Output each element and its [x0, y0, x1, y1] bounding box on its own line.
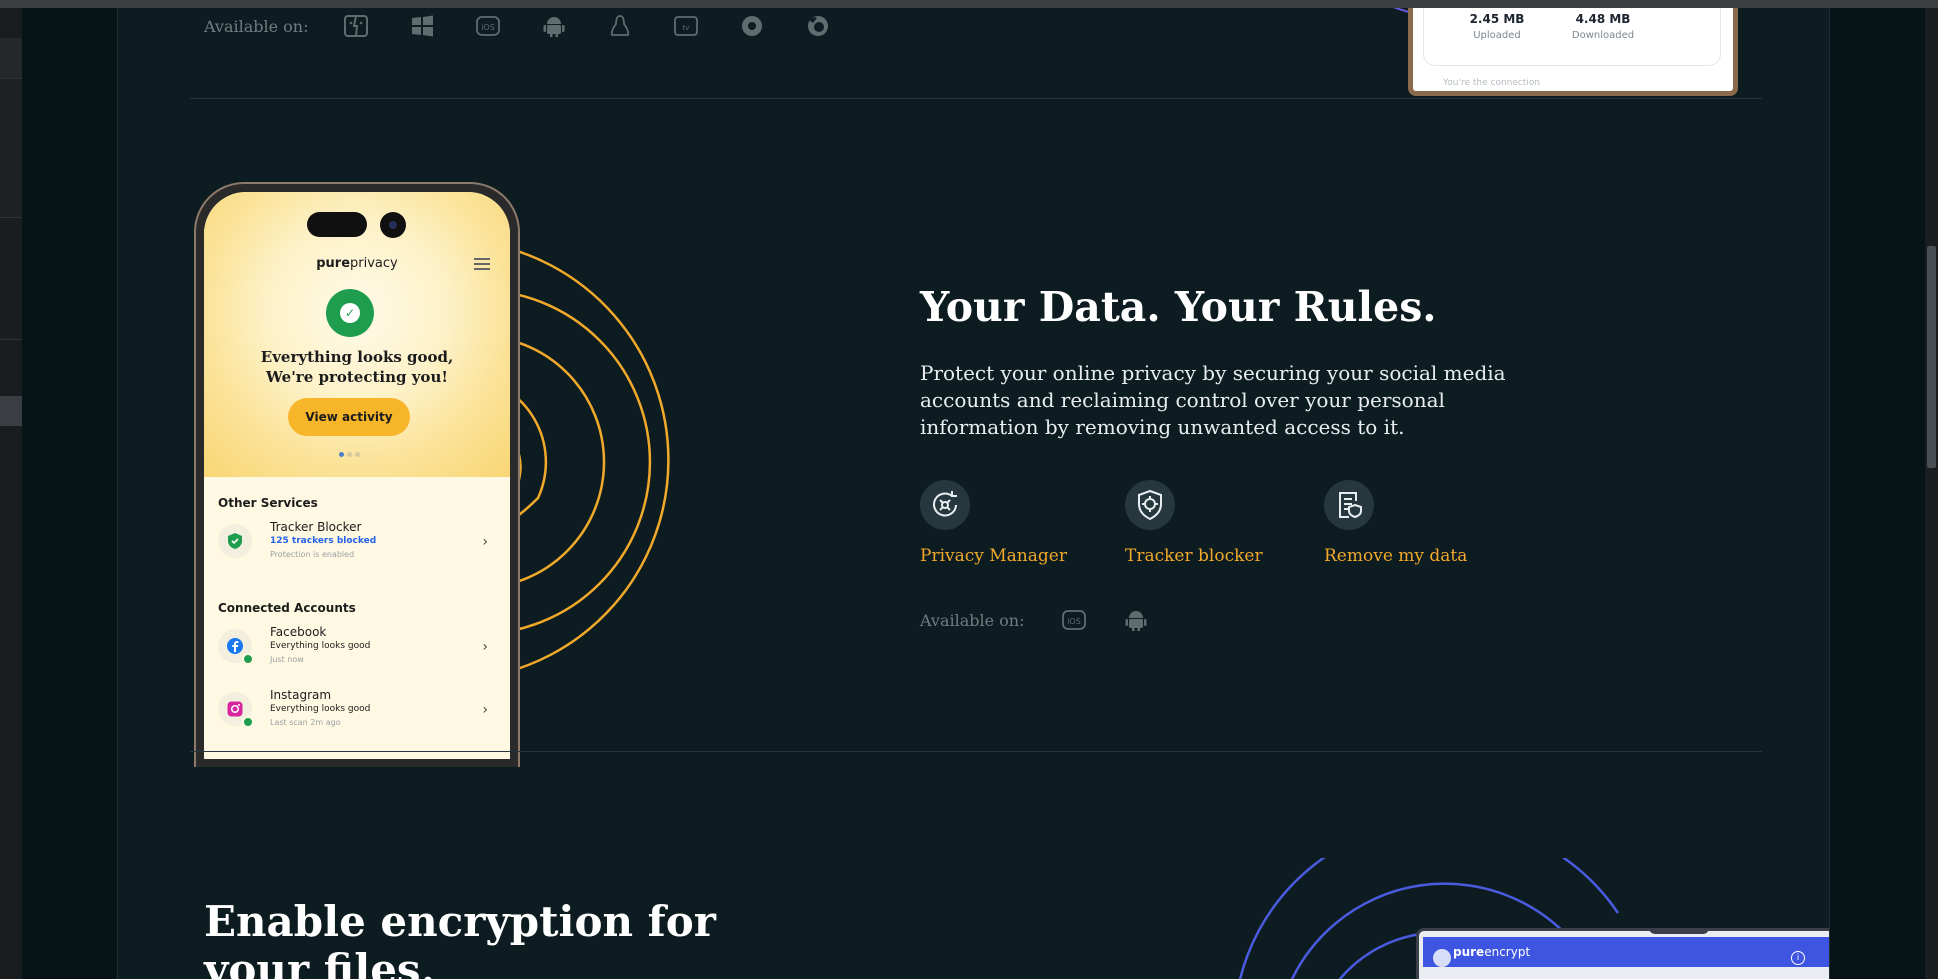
app-brand: pureprivacy	[204, 256, 510, 271]
decorative-orange-arcs	[478, 240, 670, 680]
android-icon[interactable]	[541, 14, 567, 38]
encryption-title: Enable encryption for your files.	[204, 898, 716, 979]
facebook-meta: Just now	[270, 655, 304, 664]
connected-accounts-title: Connected Accounts	[218, 601, 356, 615]
section-divider	[190, 98, 1762, 99]
purenecrypt-logo-icon	[1433, 949, 1451, 967]
feature-label: Privacy Manager	[920, 546, 1067, 566]
svg-text:iOS: iOS	[1067, 617, 1081, 626]
facebook-icon	[218, 629, 254, 665]
other-services-title: Other Services	[218, 496, 318, 510]
section-title: Your Data. Your Rules.	[920, 283, 1437, 331]
remove-data-icon	[1324, 480, 1374, 530]
feature-label: Remove my data	[1324, 546, 1468, 566]
phone-mockup: pureprivacy ✓ Everything looks good, We'…	[194, 182, 520, 767]
gutter-segment	[0, 220, 22, 340]
available-on-row-main: Available on: iOS	[920, 608, 1149, 632]
available-on-label: Available on:	[920, 610, 1025, 630]
laptop-notch	[1649, 928, 1709, 934]
svg-text:iOS: iOS	[481, 23, 495, 32]
uploaded-label: Uploaded	[1473, 30, 1521, 41]
instagram-item[interactable]: Instagram Everything looks good Last sca…	[218, 688, 488, 738]
app-brand-bold: pure	[1453, 945, 1485, 959]
available-on-row-top: Available on: iOS tv	[204, 14, 831, 38]
gutter-segment	[0, 78, 22, 218]
tracker-meta: Protection is enabled	[270, 550, 355, 559]
encryption-title-line1: Enable encryption for	[204, 897, 716, 946]
headline-line2: We're protecting you!	[266, 368, 448, 386]
appletv-icon[interactable]: tv	[673, 14, 699, 38]
available-on-label: Available on:	[204, 16, 309, 36]
tracker-shield-icon	[218, 524, 252, 558]
windows-icon[interactable]	[409, 14, 435, 38]
status-check-icon: ✓	[326, 289, 374, 337]
feature-privacy-manager[interactable]: Privacy Manager	[920, 480, 1120, 566]
instagram-sub: Everything looks good	[270, 704, 371, 714]
encryption-title-line2: your files.	[204, 945, 436, 979]
tracker-title: Tracker Blocker	[270, 520, 362, 534]
phone-screen: pureprivacy ✓ Everything looks good, We'…	[204, 192, 510, 759]
chevron-right-icon: ›	[482, 534, 488, 550]
android-icon[interactable]	[1123, 608, 1149, 632]
gutter-segment	[0, 38, 22, 78]
hamburger-menu-icon[interactable]	[474, 258, 490, 270]
instagram-title: Instagram	[270, 688, 332, 702]
status-headline: Everything looks good, We're protecting …	[204, 347, 510, 387]
headline-line1: Everything looks good,	[260, 348, 454, 366]
chrome-icon[interactable]	[739, 14, 765, 38]
facebook-item[interactable]: Facebook Everything looks good Just now …	[218, 625, 488, 675]
section-divider	[190, 751, 1762, 752]
tracker-blocker-icon	[1125, 480, 1175, 530]
brand-bold: pure	[316, 256, 351, 271]
phone-notch	[307, 212, 367, 237]
svg-text:tv: tv	[682, 24, 689, 32]
page: Available on: iOS tv 2.45 MB Uploaded 4.…	[22, 8, 1925, 979]
content-container: Available on: iOS tv 2.45 MB Uploaded 4.…	[117, 8, 1830, 979]
chevron-right-icon: ›	[482, 639, 488, 655]
feature-tracker-blocker[interactable]: Tracker blocker	[1125, 480, 1325, 566]
scrollbar-thumb[interactable]	[1927, 246, 1936, 468]
browser-top-strip	[0, 0, 1938, 8]
connected-badge	[242, 653, 254, 665]
facebook-title: Facebook	[270, 625, 327, 639]
gutter-segment[interactable]	[0, 396, 22, 426]
uploaded-value: 2.45 MB	[1469, 12, 1525, 26]
connection-ghost-text: You're the connection	[1443, 78, 1541, 88]
purenecrypt-window: pure encrypt i	[1416, 928, 1829, 979]
downloaded-value: 4.48 MB	[1575, 12, 1631, 26]
ios-icon[interactable]: iOS	[475, 14, 501, 38]
privacy-manager-icon	[920, 480, 970, 530]
view-activity-button[interactable]: View activity	[288, 398, 410, 436]
purenecrypt-titlebar: pure encrypt i	[1423, 937, 1829, 967]
downloaded-label: Downloaded	[1571, 30, 1635, 41]
feature-remove-my-data[interactable]: Remove my data	[1324, 480, 1524, 566]
tracker-sub: 125 trackers blocked	[270, 536, 377, 546]
facebook-sub: Everything looks good	[270, 641, 371, 651]
tracker-blocker-item[interactable]: Tracker Blocker 125 trackers blocked Pro…	[218, 520, 488, 570]
page-scrollbar[interactable]	[1925, 8, 1938, 979]
chevron-right-icon: ›	[482, 702, 488, 718]
downloaded-stat: 4.48 MB Downloaded	[1558, 12, 1648, 41]
instagram-meta: Last scan 2m ago	[270, 718, 341, 727]
linux-icon[interactable]	[607, 14, 633, 38]
stats-card: 2.45 MB Uploaded 4.48 MB Downloaded	[1423, 8, 1721, 66]
firefox-icon[interactable]	[805, 14, 831, 38]
camera-icon	[380, 212, 406, 238]
ios-icon[interactable]: iOS	[1061, 608, 1087, 632]
app-brand-rest: encrypt	[1484, 945, 1531, 959]
section-description: Protect your online privacy by securing …	[920, 361, 1506, 439]
left-gutter	[0, 8, 22, 979]
brand-rest: privacy	[350, 256, 398, 271]
finder-icon[interactable]	[343, 14, 369, 38]
connected-badge	[242, 716, 254, 728]
instagram-icon	[218, 692, 254, 728]
carousel-dots[interactable]	[339, 452, 360, 457]
phone-mockup-top: 2.45 MB Uploaded 4.48 MB Downloaded You'…	[1408, 8, 1738, 96]
uploaded-stat: 2.45 MB Uploaded	[1452, 12, 1542, 41]
info-icon[interactable]: i	[1791, 951, 1805, 965]
feature-label: Tracker blocker	[1125, 546, 1263, 566]
